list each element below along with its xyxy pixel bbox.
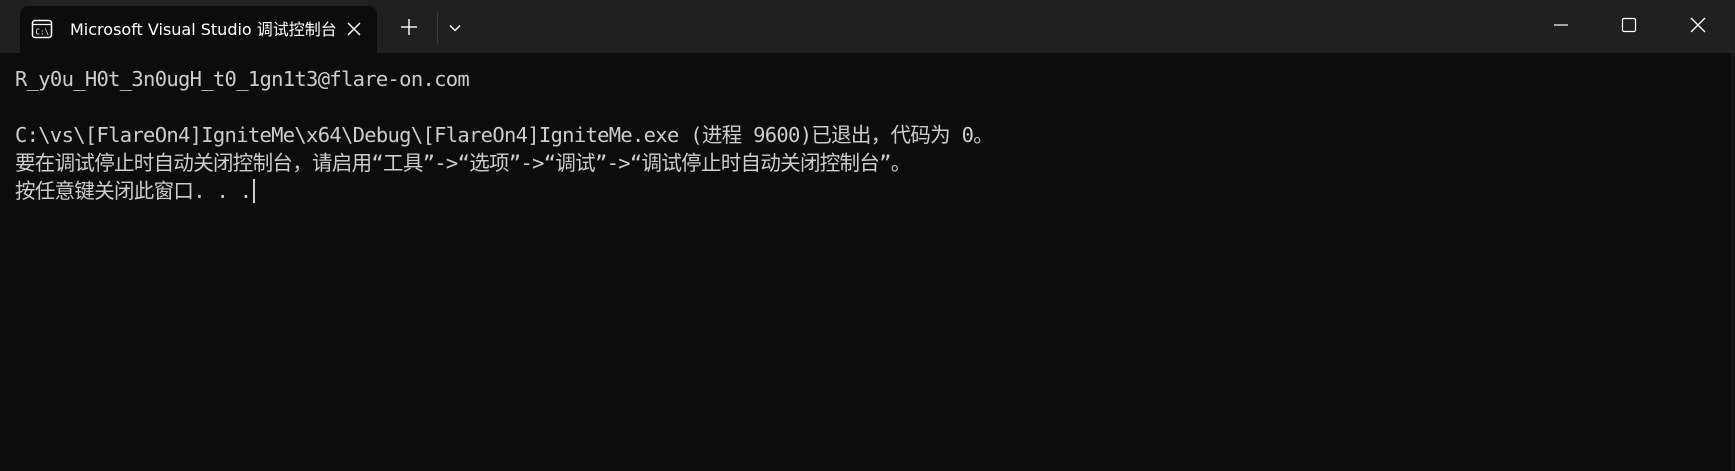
close-icon	[1690, 17, 1706, 33]
terminal-output[interactable]: R_y0u_H0t_3n0ugH_t0_1gn1t3@flare-on.com …	[0, 53, 1735, 471]
plus-icon[interactable]	[398, 16, 420, 38]
scrollbar[interactable]	[1731, 53, 1735, 471]
maximize-icon	[1621, 17, 1637, 33]
minimize-icon	[1554, 24, 1568, 26]
terminal-line-hint: 要在调试停止时自动关闭控制台，请启用“工具”->“选项”->“调试”->“调试停…	[15, 151, 911, 175]
minimize-button[interactable]	[1538, 10, 1584, 40]
close-tab-icon[interactable]	[344, 19, 364, 39]
tab-title: Microsoft Visual Studio 调试控制台	[70, 20, 337, 39]
tab-debug-console[interactable]: C:\ Microsoft Visual Studio 调试控制台	[20, 6, 377, 53]
terminal-window: C:\ Microsoft Visual Studio 调试控制台 R_y0u_…	[0, 0, 1735, 471]
maximize-button[interactable]	[1606, 10, 1652, 40]
terminal-line-prompt: 按任意键关闭此窗口. . .	[15, 177, 1735, 205]
title-bar[interactable]: C:\ Microsoft Visual Studio 调试控制台	[0, 0, 1735, 53]
svg-text:C:\: C:\	[36, 28, 50, 37]
text-cursor	[253, 179, 256, 203]
tab-divider	[437, 12, 438, 44]
prompt-text: 按任意键关闭此窗口. . .	[15, 179, 252, 203]
terminal-line-flag: R_y0u_H0t_3n0ugH_t0_1gn1t3@flare-on.com	[15, 67, 470, 91]
chevron-down-icon[interactable]	[446, 19, 464, 37]
terminal-icon: C:\	[31, 19, 53, 39]
close-window-button[interactable]	[1675, 10, 1721, 40]
terminal-line-exit: C:\vs\[FlareOn4]IgniteMe\x64\Debug\[Flar…	[15, 123, 994, 147]
